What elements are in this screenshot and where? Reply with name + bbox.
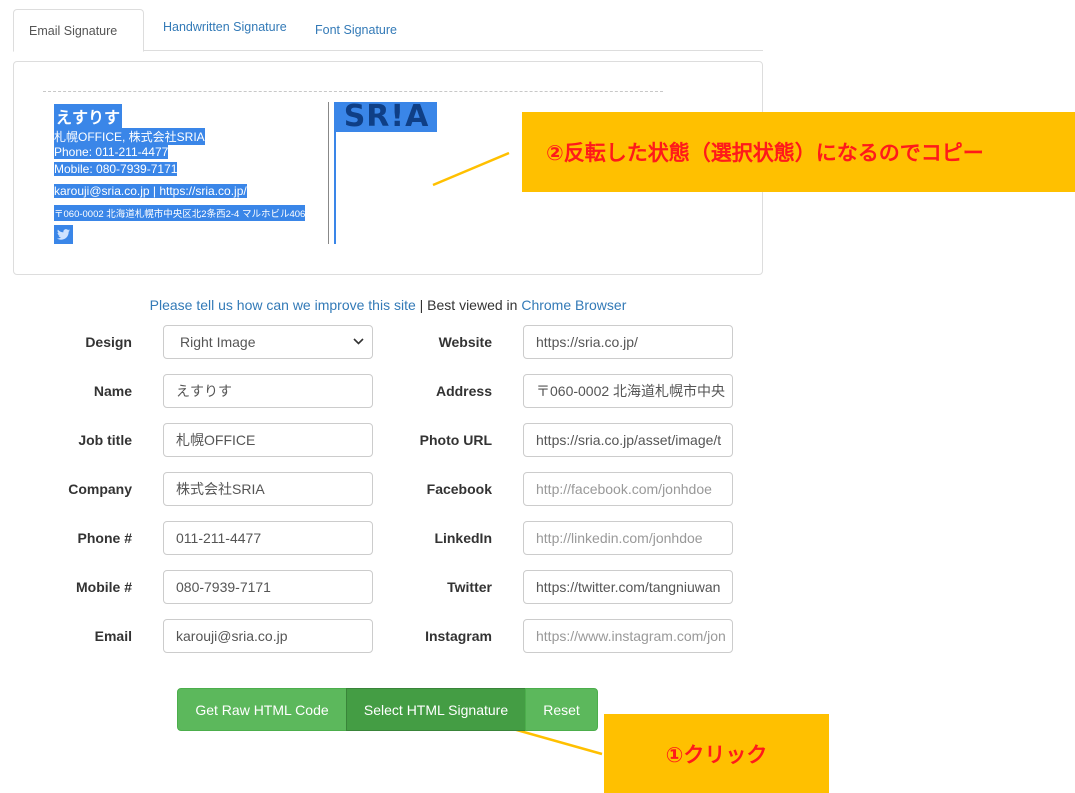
website-input[interactable]: https://sria.co.jp/ <box>523 325 733 359</box>
chrome-browser-link[interactable]: Chrome Browser <box>521 297 626 313</box>
twitter-label: Twitter <box>447 579 492 595</box>
phone-label: Phone # <box>77 530 132 546</box>
photo-url-input[interactable]: https://sria.co.jp/asset/image/t <box>523 423 733 457</box>
mobile-input[interactable]: 080-7939-7171 <box>163 570 373 604</box>
facebook-label: Facebook <box>426 481 492 497</box>
photo-url-label: Photo URL <box>419 432 492 448</box>
phone-input[interactable]: 011-211-4477 <box>163 521 373 555</box>
reset-button[interactable]: Reset <box>525 688 598 731</box>
address-input[interactable]: 〒060-0002 北海道札幌市中央 <box>523 374 733 408</box>
chevron-down-icon <box>353 336 364 348</box>
email-label: Email <box>94 628 132 644</box>
design-select[interactable]: Right Image <box>163 325 373 359</box>
feedback-link[interactable]: Please tell us how can we improve this s… <box>150 297 416 313</box>
job-title-input[interactable]: 札幌OFFICE <box>163 423 373 457</box>
name-label: Name <box>93 383 132 399</box>
mobile-label: Mobile # <box>75 579 132 595</box>
address-label: Address <box>435 383 492 399</box>
feedback-line: Please tell us how can we improve this s… <box>0 297 776 313</box>
instagram-input[interactable]: https://www.instagram.com/jon <box>523 619 733 653</box>
twitter-input[interactable]: https://twitter.com/tangniuwan <box>523 570 733 604</box>
company-input[interactable]: 株式会社SRIA <box>163 472 373 506</box>
instagram-label: Instagram <box>425 628 492 644</box>
linkedin-input[interactable]: http://linkedin.com/jonhdoe <box>523 521 733 555</box>
annotation-step-1: ①クリック <box>604 714 829 793</box>
linkedin-label: LinkedIn <box>434 530 492 546</box>
job-title-label: Job title <box>78 432 132 448</box>
facebook-input[interactable]: http://facebook.com/jonhdoe <box>523 472 733 506</box>
design-select-value: Right Image <box>180 334 256 350</box>
best-viewed-text: | Best viewed in <box>415 297 522 313</box>
get-raw-html-button[interactable]: Get Raw HTML Code <box>177 688 347 731</box>
name-input[interactable]: えすりす <box>163 374 373 408</box>
design-label: Design <box>85 334 132 350</box>
annotation-step-2: ②反転した状態（選択状態）になるのでコピー <box>522 112 1075 192</box>
email-input[interactable]: karouji@sria.co.jp <box>163 619 373 653</box>
select-html-signature-button[interactable]: Select HTML Signature <box>346 688 526 731</box>
company-label: Company <box>68 481 132 497</box>
website-label: Website <box>438 334 492 350</box>
